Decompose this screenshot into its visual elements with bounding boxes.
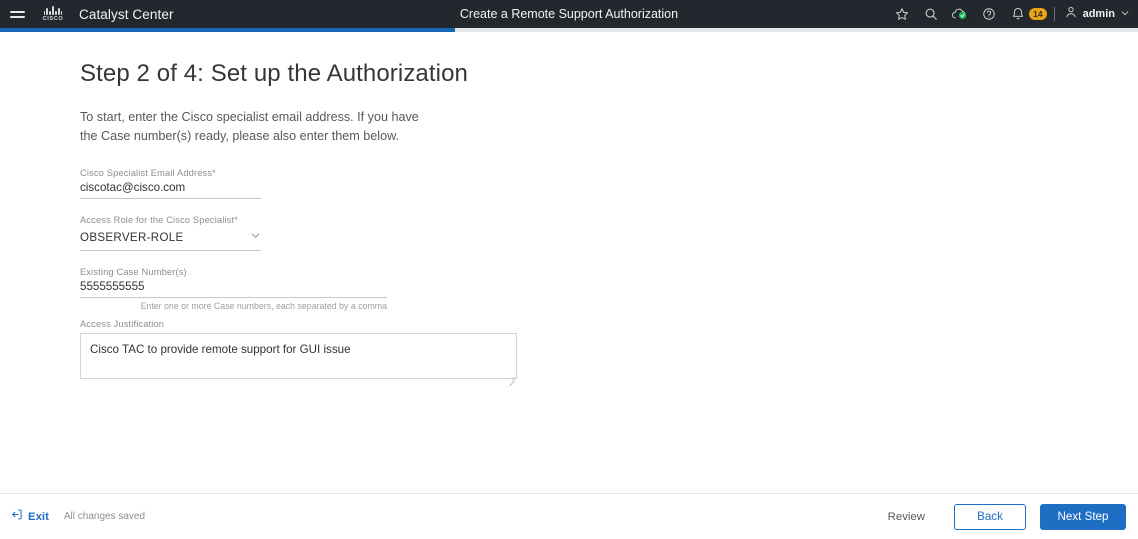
hamburger-menu-icon[interactable] — [6, 3, 28, 25]
role-field-group: Access Role for the Cisco Specialist* OB… — [80, 215, 1138, 251]
user-menu[interactable]: admin — [1064, 5, 1130, 24]
app-title: Catalyst Center — [79, 6, 174, 22]
user-avatar-icon — [1064, 5, 1078, 24]
cisco-wordmark: CISCO — [42, 16, 64, 22]
main-content: Step 2 of 4: Set up the Authorization To… — [0, 32, 1138, 493]
footer-actions: Review Back Next Step — [888, 503, 1126, 530]
exit-label: Exit — [28, 510, 49, 523]
notifications-bell-icon[interactable] — [1003, 0, 1032, 28]
top-header: CISCO Catalyst Center Create a Remote Su… — [0, 0, 1138, 28]
help-icon[interactable] — [974, 0, 1003, 28]
back-button[interactable]: Back — [954, 503, 1026, 530]
email-input[interactable] — [80, 178, 261, 199]
chevron-down-icon[interactable] — [250, 228, 261, 246]
app-root: CISCO Catalyst Center Create a Remote Su… — [0, 0, 1138, 539]
justification-field-label: Access Justification — [80, 319, 165, 329]
wizard-step-panel: Step 2 of 4: Set up the Authorization To… — [0, 32, 1138, 384]
wizard-footer: Exit All changes saved Review Back Next … — [0, 493, 1138, 539]
cloud-status-icon[interactable] — [945, 0, 974, 28]
exit-button[interactable]: Exit — [10, 508, 49, 526]
case-number-hint: Enter one or more Case numbers, each sep… — [140, 301, 387, 311]
chevron-down-icon[interactable] — [1120, 5, 1130, 23]
page-description: To start, enter the Cisco specialist ema… — [80, 110, 419, 143]
role-select[interactable]: OBSERVER-ROLE — [80, 225, 261, 251]
case-number-field-label: Existing Case Number(s) — [80, 267, 187, 277]
justification-textarea[interactable] — [80, 333, 517, 379]
authorization-form: Cisco Specialist Email Address* Access R… — [80, 168, 1138, 384]
save-status-text: All changes saved — [63, 511, 146, 522]
header-right-group: 14 admin — [887, 0, 1138, 28]
exit-arrow-icon — [10, 508, 23, 526]
cisco-logo[interactable]: CISCO — [37, 6, 69, 22]
case-number-input[interactable] — [80, 277, 387, 298]
header-divider — [1053, 7, 1055, 21]
review-button[interactable]: Review — [888, 511, 940, 523]
user-name-label: admin — [1082, 8, 1115, 20]
justification-textarea-wrapper — [80, 329, 517, 384]
search-icon[interactable] — [916, 0, 945, 28]
next-step-button[interactable]: Next Step — [1040, 503, 1126, 530]
justification-field-group: Access Justification — [80, 319, 1138, 384]
role-field-label: Access Role for the Cisco Specialist* — [80, 215, 238, 225]
cisco-bars-icon — [43, 6, 63, 15]
email-field-group: Cisco Specialist Email Address* — [80, 168, 1138, 199]
email-field-label: Cisco Specialist Email Address* — [80, 168, 216, 178]
role-select-value: OBSERVER-ROLE — [80, 230, 184, 244]
header-left-group: CISCO Catalyst Center — [0, 3, 174, 25]
favorite-star-icon[interactable] — [887, 0, 916, 28]
page-title: Step 2 of 4: Set up the Authorization — [80, 60, 468, 87]
case-number-field-group: Existing Case Number(s) Enter one or mor… — [80, 267, 1138, 311]
